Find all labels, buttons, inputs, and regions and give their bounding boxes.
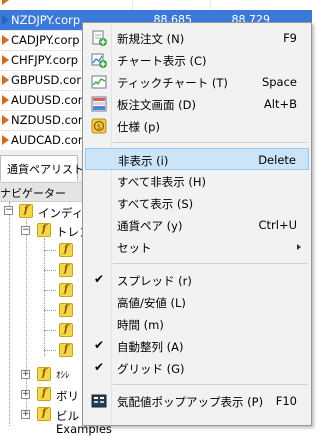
menu-item-label: スプレッド (r) xyxy=(117,274,192,288)
chart-window-icon xyxy=(91,53,107,68)
tree-item-oscillators[interactable]: ｵｼﾚ xyxy=(56,368,70,381)
tab-pair-list[interactable]: 通貨ペアリスト xyxy=(0,155,84,181)
menu-item-label: セット xyxy=(117,241,152,255)
menu-item-shortcut: F10 xyxy=(275,394,297,408)
symbol-name: CADJPY.corp xyxy=(11,33,80,47)
menu-item-label: 気配値ポップアップ表示 (P) xyxy=(117,395,264,409)
check-icon: ✔ xyxy=(94,360,105,374)
indicator-icon[interactable]: f xyxy=(59,323,73,337)
menu-item-shortcut: F9 xyxy=(283,31,297,45)
menu-item-new-order[interactable]: 新規注文 (N) F9 xyxy=(85,27,309,49)
menu-item-label: 板注文画面 (D) xyxy=(117,98,196,112)
menu-item-hide[interactable]: 非表示 (i) Delete xyxy=(85,148,309,170)
price-direction-arrow-icon xyxy=(2,95,9,105)
menu-item-spread[interactable]: ✔ スプレッド (r) xyxy=(85,269,309,291)
menu-item-high-low[interactable]: 高値/安値 (L) xyxy=(85,291,309,313)
tree-line xyxy=(44,330,56,331)
indicator-icon[interactable]: f xyxy=(59,343,73,357)
menu-item-label: 自動整列 (A) xyxy=(117,340,184,354)
symbol-name: NZDJPY.corp xyxy=(11,13,81,27)
menu-item-label: チャート表示 (C) xyxy=(117,54,207,68)
tree-line xyxy=(44,290,56,291)
menu-item-specification[interactable]: $ 仕様 (p) xyxy=(85,115,309,137)
menu-item-sets[interactable]: セット xyxy=(85,236,309,258)
depth-of-market-icon xyxy=(91,96,107,112)
menu-item-chart-window[interactable]: チャート表示 (C) xyxy=(85,49,309,71)
menu-item-grid[interactable]: ✔ グリッド (G) xyxy=(85,357,309,379)
indicator-icon[interactable]: f xyxy=(59,263,73,277)
indicator-folder-icon: f xyxy=(37,223,51,237)
specification-icon: $ xyxy=(91,118,107,134)
tree-line xyxy=(9,202,10,426)
menu-item-label: 非表示 (i) xyxy=(118,154,169,168)
popup-prices-icon xyxy=(91,394,107,408)
symbol-name: AUDCAD.corp xyxy=(11,133,90,147)
expand-toggle[interactable]: + xyxy=(21,370,30,379)
menu-item-popup-prices[interactable]: 気配値ポップアップ表示 (P) F10 xyxy=(85,390,309,412)
price-direction-arrow-icon xyxy=(2,55,9,65)
menu-item-label: 時間 (m) xyxy=(117,318,164,332)
indicator-folder-icon: f xyxy=(37,367,51,381)
tree-line xyxy=(26,216,27,414)
menu-separator xyxy=(113,384,307,385)
price-direction-arrow-icon xyxy=(2,0,9,5)
tick-chart-icon xyxy=(91,75,107,89)
menu-item-label: 仕様 (p) xyxy=(117,120,160,134)
menu-separator xyxy=(113,142,307,143)
check-icon: ✔ xyxy=(94,338,105,352)
price-direction-arrow-icon xyxy=(2,135,9,145)
new-order-icon xyxy=(92,30,107,46)
price-direction-arrow-icon xyxy=(2,115,9,125)
menu-item-show-all[interactable]: すべて表示 (S) xyxy=(85,192,309,214)
menu-item-tick-chart[interactable]: ティックチャート (T) Space xyxy=(85,71,309,93)
menu-item-symbols[interactable]: 通貨ペア (y) Ctrl+U xyxy=(85,214,309,236)
tree-line xyxy=(44,310,56,311)
menu-item-time[interactable]: 時間 (m) xyxy=(85,313,309,335)
collapse-toggle[interactable]: − xyxy=(21,226,30,235)
indicator-folder-icon: f xyxy=(19,204,33,218)
submenu-arrow-icon xyxy=(297,244,301,250)
menu-item-label: すべて非表示 (H) xyxy=(117,175,207,189)
indicator-folder-icon: f xyxy=(37,387,51,401)
menu-item-label: 新規注文 (N) xyxy=(117,32,185,46)
expand-toggle[interactable]: + xyxy=(21,410,30,419)
price-direction-arrow-icon xyxy=(2,35,9,45)
symbol-name: NZDUSD.corp xyxy=(11,113,90,127)
menu-item-shortcut: Delete xyxy=(258,153,296,167)
menu-item-auto-arrange[interactable]: ✔ 自動整列 (A) xyxy=(85,335,309,357)
indicator-icon[interactable]: f xyxy=(59,243,73,257)
menu-separator xyxy=(113,263,307,264)
menu-item-label: ティックチャート (T) xyxy=(117,76,228,90)
menu-item-shortcut: Space xyxy=(261,75,297,89)
menu-item-label: すべて表示 (S) xyxy=(117,197,194,211)
check-icon: ✔ xyxy=(94,272,105,286)
menu-item-shortcut: Ctrl+U xyxy=(258,218,297,232)
symbol-name: GBPUSD.corp xyxy=(11,73,89,87)
menu-item-label: グリッド (G) xyxy=(117,362,185,376)
tree-item-volumes[interactable]: ボリ xyxy=(56,388,79,404)
indicator-folder-icon: f xyxy=(37,407,51,421)
navigator-title: ナビゲーター xyxy=(0,187,66,200)
tree-line xyxy=(44,350,56,351)
symbol-name: AUDUSD.corp xyxy=(11,93,90,107)
menu-item-hide-all[interactable]: すべて非表示 (H) xyxy=(85,170,309,192)
symbol-name: CHFJPY.corp xyxy=(11,53,79,67)
menu-item-depth-of-market[interactable]: 板注文画面 (D) Alt+B xyxy=(85,93,309,115)
collapse-toggle[interactable]: − xyxy=(4,206,13,215)
indicator-icon[interactable]: f xyxy=(59,303,73,317)
svg-text:$: $ xyxy=(97,123,101,131)
price-direction-arrow-icon xyxy=(2,75,9,85)
indicator-icon[interactable]: f xyxy=(59,283,73,297)
expand-toggle[interactable]: + xyxy=(21,390,30,399)
tree-line xyxy=(44,270,56,271)
menu-item-label: 高値/安値 (L) xyxy=(117,296,186,310)
menu-item-label: 通貨ペア (y) xyxy=(117,219,183,233)
tab-label: 通貨ペアリスト xyxy=(7,163,84,176)
price-direction-arrow-icon xyxy=(2,15,9,25)
context-menu: 新規注文 (N) F9 チャート表示 (C) ティックチャート (T) Spac… xyxy=(82,22,312,426)
tree-line xyxy=(44,250,56,251)
menu-item-shortcut: Alt+B xyxy=(263,97,297,111)
tree-line xyxy=(44,238,45,356)
